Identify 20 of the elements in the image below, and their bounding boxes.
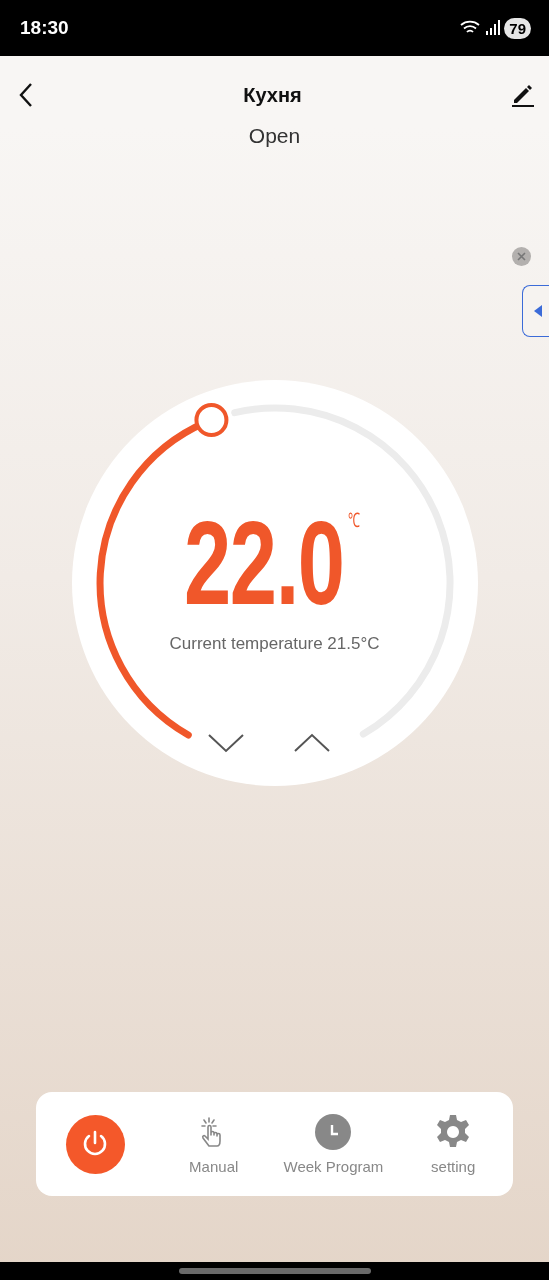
- pencil-icon[interactable]: [511, 83, 535, 107]
- settings-icon: [435, 1113, 472, 1150]
- nav-item[interactable]: setting: [393, 1113, 513, 1175]
- side-tab[interactable]: [522, 285, 549, 337]
- battery-level: 79: [504, 17, 531, 39]
- status-time: 18:30: [20, 17, 70, 39]
- temperature-unit: ℃: [348, 508, 361, 533]
- nav-item[interactable]: Week Program: [273, 1113, 394, 1175]
- page-title: Кухня: [243, 83, 302, 107]
- close-icon[interactable]: [512, 247, 531, 266]
- chevron-down-icon: [207, 733, 244, 753]
- back-icon[interactable]: [18, 82, 34, 108]
- signal-icon: [486, 20, 501, 36]
- current-temperature: Current temperature 21.5°C: [169, 634, 380, 654]
- clock-icon: [315, 1113, 352, 1150]
- nav-item[interactable]: Manual: [153, 1113, 274, 1175]
- device-status: Open: [248, 124, 301, 148]
- setpoint-temperature: 22.0: [183, 504, 344, 622]
- triangle-left-icon: [533, 305, 542, 317]
- chevron-up-icon: [293, 733, 330, 753]
